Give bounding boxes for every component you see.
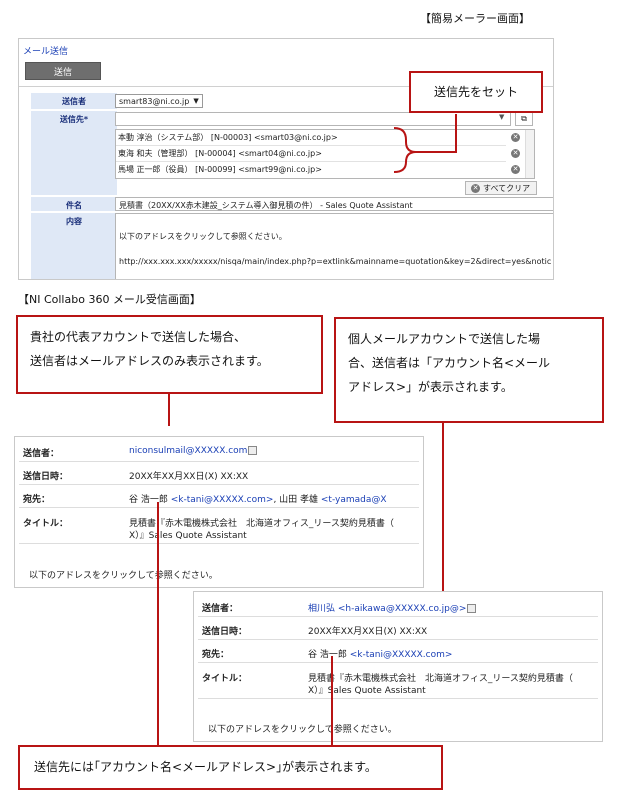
callout-recipient-format: 送信先には｢アカウント名<メールアドレス>｣が表示されます。 <box>18 745 443 790</box>
to-address-link[interactable]: <t-yamada@X <box>321 495 387 505</box>
callout-bracket <box>393 114 457 173</box>
sender-label: 送信者 <box>31 93 117 109</box>
body-text: 以下のアドレスをクリックして参照ください。 <box>208 725 397 735</box>
row-divider <box>19 484 419 485</box>
sender-address-link[interactable]: niconsulmail@XXXXX.com <box>129 446 247 456</box>
subject-label: 件名 <box>31 197 117 211</box>
mailer-title: メール送信 <box>23 47 69 57</box>
callout-company-line: 送信者はメールアドレスのみ表示されます。 <box>30 354 269 368</box>
sender-label: 送信者： <box>23 449 60 459</box>
date-label: 送信日時： <box>202 627 248 637</box>
clear-icon: ✕ <box>471 183 480 193</box>
remove-recipient-icon[interactable]: ✕ <box>511 165 520 174</box>
receive-panel-company: 送信者： niconsulmail@XXXXX.com 送信日時： 20XX年X… <box>14 436 424 588</box>
date-value: 20XX年XX月XX日(X) XX:XX <box>129 472 249 482</box>
sender-select-value: smart83@ni.co.jp <box>119 96 190 106</box>
to-name: 谷 浩一郎 <box>129 495 171 505</box>
callout-personal-account: 個人メールアカウントで送信した場 合、送信者は「アカウント名<メール アドレス>… <box>334 317 604 423</box>
body-line: 以下のアドレスをクリックして参照ください。 <box>119 232 287 241</box>
to-label: 送信先* <box>31 111 117 195</box>
sender-value: niconsulmail@XXXXX.com <box>129 446 258 456</box>
body-url: http://xxx.xxx.xxx/xxxxx/nisqa/main/inde… <box>119 257 552 266</box>
row-divider <box>198 662 598 663</box>
row-divider <box>198 639 598 640</box>
date-label: 送信日時： <box>23 472 69 482</box>
to-label: 宛先： <box>23 495 51 505</box>
send-button[interactable]: 送信 <box>25 62 101 80</box>
sender-address-link[interactable]: 相川弘 <h-aikawa@XXXXX.co.jp@> <box>308 604 466 614</box>
to-value: 谷 浩一郎 <k-tani@XXXXX.com> <box>308 647 452 660</box>
contact-card-icon[interactable] <box>467 604 477 613</box>
title-line: X）』Sales Quote Assistant <box>308 686 426 696</box>
title-label: タイトル： <box>23 519 69 529</box>
leader-line <box>157 502 159 746</box>
content-label: 内容 <box>31 213 117 279</box>
title-label: タイトル： <box>202 674 248 684</box>
heading-simple-mailer: 【簡易メーラー画面】 <box>420 12 530 25</box>
receive-panel-personal: 送信者： 相川弘 <h-aikawa@XXXXX.co.jp@> 送信日時： 2… <box>193 591 603 742</box>
to-address-link[interactable]: <k-tani@XXXXX.com> <box>350 650 453 660</box>
contact-card-icon[interactable] <box>248 446 258 455</box>
clear-all-button[interactable]: ✕ すべてクリア <box>465 181 537 195</box>
row-divider <box>19 507 419 508</box>
callout-personal-line: 合、送信者は「アカウント名<メール <box>348 356 551 370</box>
address-book-icon[interactable]: ⧉ <box>515 112 533 126</box>
to-value: 谷 浩一郎 <k-tani@XXXXX.com>, 山田 孝雄 <t-yamad… <box>129 492 387 505</box>
recipient-entry: 馬場 正一郎（役員） [N-00099] <smart99@ni.co.jp> <box>118 165 322 174</box>
recipient-entry: 東海 和夫（管理部） [N-00004] <smart04@ni.co.jp> <box>118 149 322 158</box>
callout-personal-line: 個人メールアカウントで送信した場 <box>348 332 541 346</box>
subject-input[interactable]: 見積書（20XX/XX赤木建設_システム導入御見積の件） - Sales Quo… <box>115 197 553 211</box>
callout-set-recipient: 送信先をセット <box>409 71 543 113</box>
title-line: X）』Sales Quote Assistant <box>129 531 247 541</box>
sender-label: 送信者： <box>202 604 239 614</box>
date-value: 20XX年XX月XX日(X) XX:XX <box>308 627 428 637</box>
subject-value: 見積書（20XX/XX赤木建設_システム導入御見積の件） - Sales Quo… <box>119 201 413 210</box>
body-text: 以下のアドレスをクリックして参照ください。 <box>29 571 218 581</box>
chevron-down-icon: ▼ <box>193 97 199 105</box>
recipient-scrollbar[interactable] <box>525 130 534 178</box>
to-address-link[interactable]: <k-tani@XXXXX.com> <box>171 495 274 505</box>
to-name: , 山田 孝雄 <box>273 495 321 505</box>
heading-receive-screen: 【NI Collabo 360 メール受信画面】 <box>18 293 201 306</box>
callout-company-line: 貴社の代表アカウントで送信した場合、 <box>30 330 247 344</box>
to-name: 谷 浩一郎 <box>308 650 350 660</box>
sender-value: 相川弘 <h-aikawa@XXXXX.co.jp@> <box>308 601 477 614</box>
row-divider <box>19 543 419 544</box>
to-label: 宛先： <box>202 650 230 660</box>
row-divider <box>198 616 598 617</box>
remove-recipient-icon[interactable]: ✕ <box>511 133 520 142</box>
leader-line <box>442 422 444 598</box>
clear-all-label: すべてクリア <box>483 183 531 193</box>
content-textarea[interactable]: 以下のアドレスをクリックして参照ください。 http://xxx.xxx.xxx… <box>115 213 553 279</box>
recipient-entry: 本動 淳治（システム部） [N-00003] <smart03@ni.co.jp… <box>118 133 338 142</box>
to-dropdown-icon[interactable]: ▼ <box>499 113 504 121</box>
callout-company-account: 貴社の代表アカウントで送信した場合、 送信者はメールアドレスのみ表示されます。 <box>16 315 323 394</box>
row-divider <box>198 698 598 699</box>
sender-select[interactable]: smart83@ni.co.jp ▼ <box>115 94 203 108</box>
callout-personal-line: アドレス>」が表示されます。 <box>348 380 513 394</box>
leader-line <box>168 393 170 426</box>
leader-line <box>331 656 333 746</box>
row-divider <box>19 461 419 462</box>
remove-recipient-icon[interactable]: ✕ <box>511 149 520 158</box>
